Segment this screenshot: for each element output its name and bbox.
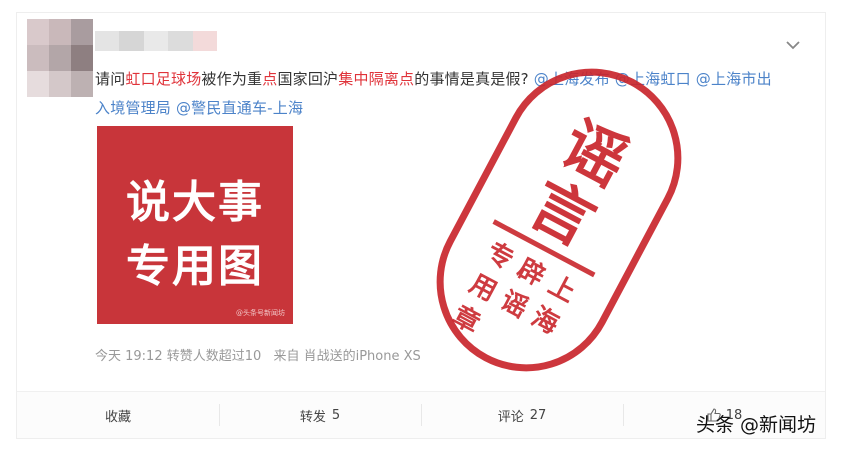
post-text: 请问虹口足球场被作为重点国家回沪集中隔离点的事情是真是假? @上海发布 @上海虹…	[95, 65, 785, 123]
post-image[interactable]: 说大事 专用图 @头条号新闻坊	[97, 126, 293, 324]
repost-label: 转发	[299, 409, 326, 425]
image-text-line2: 专用图	[126, 241, 264, 292]
weibo-post-card: 请问虹口足球场被作为重点国家回沪集中隔离点的事情是真是假? @上海发布 @上海虹…	[16, 12, 826, 439]
post-text-segment: 国家回沪	[277, 70, 339, 88]
avatar[interactable]	[27, 19, 93, 97]
chevron-down-icon[interactable]	[783, 35, 803, 55]
post-text-segment: 请问	[95, 70, 126, 88]
post-time[interactable]: 今天 19:12	[95, 349, 163, 364]
mention-link[interactable]: @	[696, 70, 711, 88]
image-text-line1: 说大事	[126, 177, 264, 228]
post-text-segment: 被作为重	[201, 70, 263, 88]
highlight-text: 虹口足球场	[125, 70, 202, 88]
repost-summary: 转赞人数超过10	[166, 349, 262, 364]
repost-button[interactable]: 转发 5	[219, 392, 421, 438]
mention-link[interactable]: @上海发布	[534, 70, 610, 88]
post-text-segment: 的事情是真是假?	[414, 70, 534, 88]
favorite-label: 收藏	[104, 409, 131, 425]
post-meta: 今天 19:12 转赞人数超过10 来自 肖战送的iPhone XS	[95, 345, 421, 364]
username-blurred[interactable]	[95, 31, 218, 51]
source-device[interactable]: 肖战送的iPhone XS	[304, 349, 421, 364]
image-watermark: @头条号新闻坊	[236, 309, 285, 317]
comment-label: 评论	[497, 409, 524, 425]
comment-count: 27	[529, 407, 547, 423]
brand-watermark: 头条 @新闻坊	[696, 414, 817, 436]
repost-count: 5	[331, 407, 341, 423]
comment-button[interactable]: 评论 27	[421, 392, 623, 438]
favorite-button[interactable]: 收藏	[17, 392, 219, 438]
mention-link[interactable]: @警民直通车-上海	[176, 99, 303, 117]
highlight-text: 集中隔离点	[338, 70, 415, 88]
mention-link[interactable]: @上海虹口	[615, 70, 691, 88]
highlight-text: 点	[262, 70, 278, 88]
source-label: 来自	[273, 349, 300, 364]
